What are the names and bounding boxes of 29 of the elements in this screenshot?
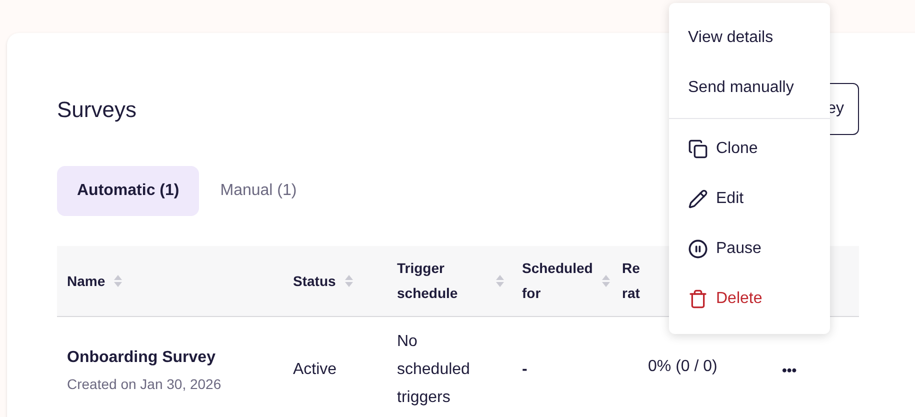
survey-name[interactable]: Onboarding Survey xyxy=(67,346,283,370)
table-cell-text: - xyxy=(521,360,528,380)
copy-icon xyxy=(688,139,708,159)
menu-item[interactable]: Send manually xyxy=(669,63,830,113)
column-header[interactable]: Name xyxy=(67,268,106,294)
menu-item[interactable]: View details xyxy=(669,13,830,63)
pencil-icon xyxy=(688,189,708,209)
column-header[interactable]: Trigger schedule xyxy=(397,256,487,306)
pause-icon xyxy=(688,239,708,259)
sort-icon[interactable] xyxy=(600,274,611,288)
menu-item[interactable]: Pause xyxy=(669,224,830,274)
sort-icon[interactable] xyxy=(344,274,354,288)
more-actions-button[interactable]: ••• xyxy=(776,359,803,381)
menu-item[interactable]: Edit xyxy=(669,174,830,224)
menu-item[interactable]: Clone xyxy=(669,124,830,174)
created-date: Created on Jan 30, 2026 xyxy=(67,374,222,394)
page-title: Surveys xyxy=(57,96,136,124)
menu-item[interactable]: Delete xyxy=(669,274,830,324)
tab[interactable]: Automatic (1) xyxy=(57,166,200,216)
table-cell-text: No scheduled triggers xyxy=(396,332,471,408)
trash-icon xyxy=(688,289,708,309)
table-cell-text: 0% (0 / 0) xyxy=(647,357,718,377)
sort-icon[interactable] xyxy=(113,274,124,288)
column-header[interactable]: Scheduled for xyxy=(522,256,593,306)
table-cell-text: Active xyxy=(292,360,338,380)
column-header[interactable]: Re rat xyxy=(622,256,644,306)
tab[interactable]: Manual (1) xyxy=(203,166,314,216)
sort-icon[interactable] xyxy=(495,274,505,288)
column-header[interactable]: Status xyxy=(293,268,336,294)
